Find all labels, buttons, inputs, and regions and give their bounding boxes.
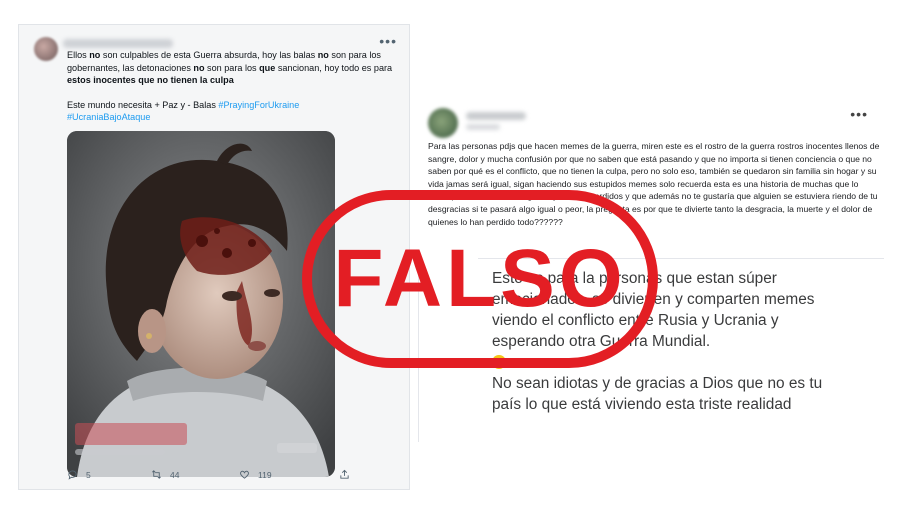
stamp-label: FALSO xyxy=(333,233,627,324)
tweet-actions: 5 44 119 xyxy=(67,469,367,483)
like-count: 119 xyxy=(258,469,272,480)
like-action[interactable]: 119 xyxy=(239,469,272,480)
avatar[interactable] xyxy=(34,37,58,61)
comment-paragraph-2: No sean idiotas y de gracias a Dios que … xyxy=(492,375,823,413)
falso-stamp: FALSO xyxy=(302,190,658,368)
more-options-icon[interactable]: ••• xyxy=(850,106,868,122)
blurred-username xyxy=(63,39,173,48)
reply-count: 5 xyxy=(86,469,91,480)
share-icon xyxy=(340,469,349,479)
hashtag-ucrania-bajo-ataque[interactable]: #UcraniaBajoAtaque xyxy=(67,112,150,122)
tweet-photo[interactable] xyxy=(67,131,335,477)
retweet-action[interactable]: 44 xyxy=(151,469,179,480)
share-action[interactable] xyxy=(339,469,350,480)
retweet-icon xyxy=(152,470,161,479)
child-photo-illustration xyxy=(67,131,335,477)
retweet-count: 44 xyxy=(170,469,180,480)
avatar[interactable] xyxy=(428,108,458,138)
more-options-icon[interactable]: ••• xyxy=(379,33,397,49)
blurred-username xyxy=(466,112,526,120)
blurred-timestamp xyxy=(466,124,500,130)
tweet-text: Ellos no son culpables de esta Guerra ab… xyxy=(67,50,393,122)
hashtag-praying-for-ukraine[interactable]: #PrayingForUkraine xyxy=(218,100,299,110)
reply-icon xyxy=(68,470,77,480)
reply-action[interactable]: 5 xyxy=(67,469,91,480)
heart-icon xyxy=(240,470,249,479)
